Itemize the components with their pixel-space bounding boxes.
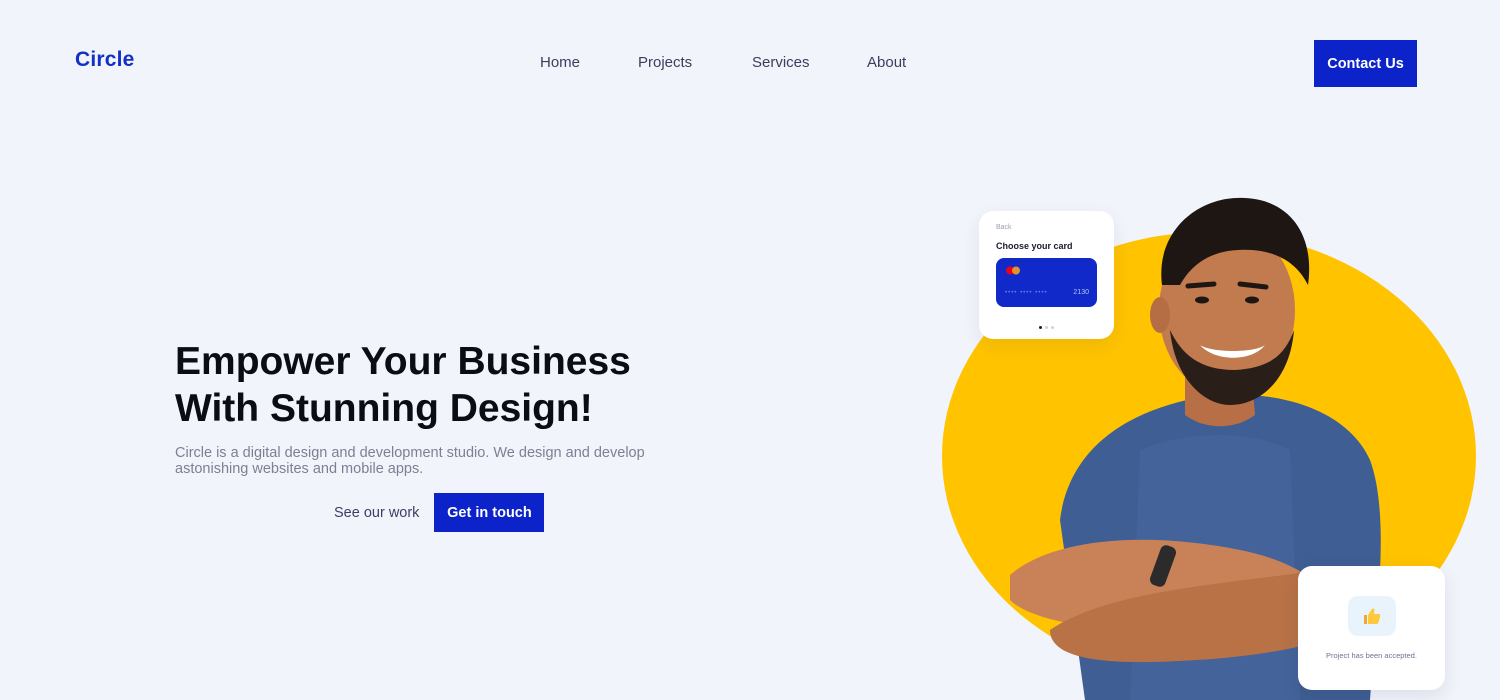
project-accepted-widget: Project has been accepted. [1298, 566, 1445, 690]
pager-dot-active[interactable] [1039, 326, 1042, 329]
card-number-masked: •••• •••• •••• [1005, 290, 1048, 296]
card-widget-title: Choose your card [996, 241, 1073, 251]
project-accepted-message: Project has been accepted. [1326, 651, 1417, 660]
card-pager-dots [1039, 326, 1054, 329]
mastercard-icon [1006, 266, 1020, 275]
hero-description: Circle is a digital design and developme… [175, 445, 645, 477]
get-in-touch-button[interactable]: Get in touch [434, 493, 545, 532]
pager-dot[interactable] [1045, 326, 1048, 329]
thumbs-up-icon [1348, 596, 1396, 636]
hero-actions: See our work Get in touch [334, 493, 545, 532]
credit-card[interactable]: •••• •••• •••• 2130 [996, 258, 1097, 307]
see-our-work-link[interactable]: See our work [334, 505, 419, 521]
brand-logo[interactable]: Circle [75, 48, 135, 72]
hero-title-line-2: With Stunning Design! [175, 387, 593, 430]
nav-item-projects[interactable]: Projects [638, 54, 752, 71]
hero-title-line-1: Empower Your Business [175, 340, 631, 383]
main-nav: Home Projects Services About [540, 54, 927, 71]
hero-title: Empower Your Business With Stunning Desi… [175, 338, 735, 432]
choose-card-widget: Back Choose your card •••• •••• •••• 213… [979, 211, 1114, 339]
nav-item-home[interactable]: Home [540, 54, 638, 71]
back-link[interactable]: Back [996, 224, 1012, 231]
contact-us-button[interactable]: Contact Us [1314, 40, 1417, 87]
nav-item-about[interactable]: About [867, 54, 927, 71]
pager-dot[interactable] [1051, 326, 1054, 329]
card-last-digits: 2130 [1073, 289, 1089, 296]
nav-item-services[interactable]: Services [752, 54, 867, 71]
landing-page: Circle Home Projects Services About Cont… [0, 0, 1500, 700]
